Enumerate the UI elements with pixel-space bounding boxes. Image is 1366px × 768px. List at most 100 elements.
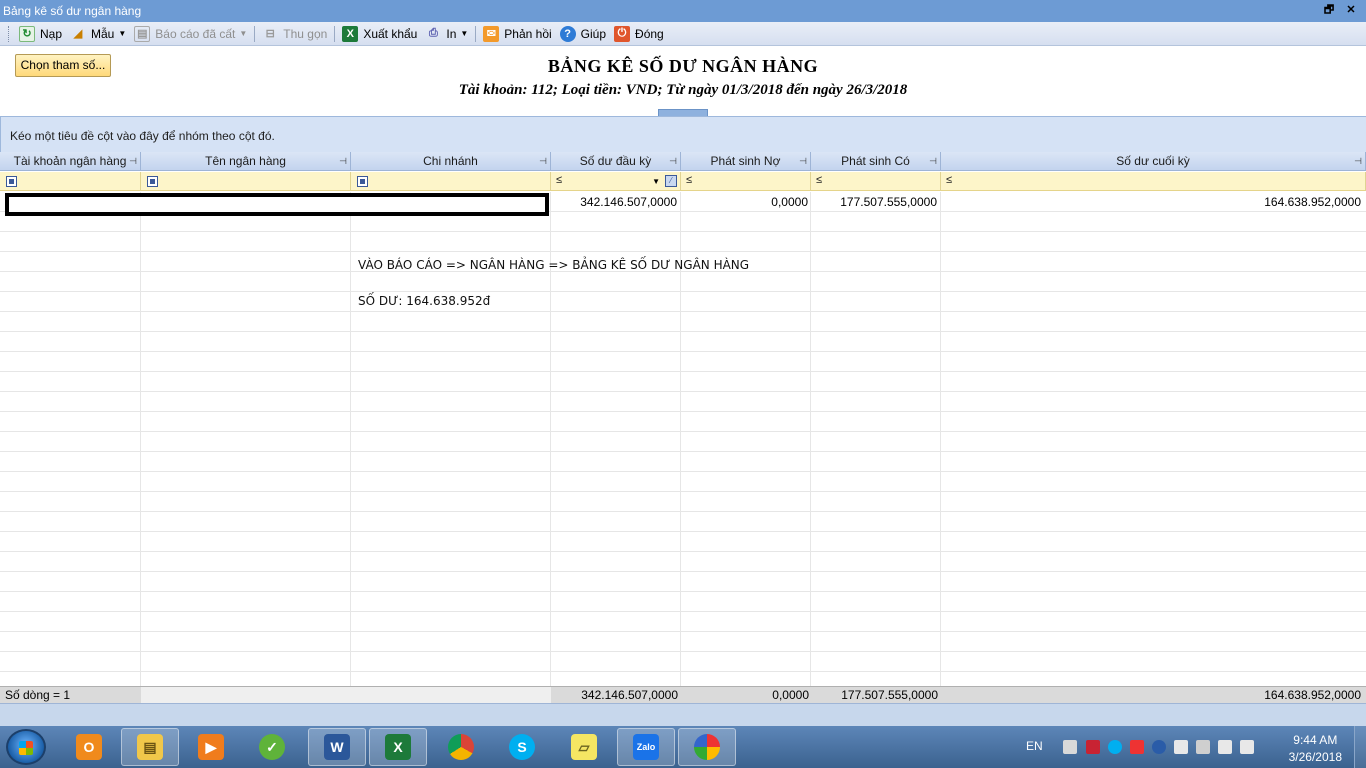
saved-reports-button[interactable]: ▤ Báo cáo đã cất ▼ [130, 23, 251, 45]
skype-tray-icon[interactable] [1108, 740, 1122, 754]
column-header-closing[interactable]: Số dư cuối kỳ ⊣ [941, 152, 1366, 171]
taskbar-sticky-notes[interactable]: ▱ [555, 728, 613, 766]
pin-icon[interactable]: ⊣ [1354, 152, 1362, 171]
toolbar-grip[interactable] [8, 25, 11, 42]
grid-footer-row: Số dòng = 1 342.146.507,0000 0,0000 177.… [0, 686, 1366, 704]
skype-icon: S [509, 734, 535, 760]
filter-cell-closing[interactable]: ≤ [941, 172, 1366, 191]
collapse-button[interactable]: ⊟ Thu gọn [258, 23, 331, 45]
system-tray: EN 9:44 AM 3/26/2018 [1026, 726, 1366, 768]
restore-button[interactable]: 🗗 [1320, 2, 1338, 18]
flag-icon[interactable] [1174, 740, 1188, 754]
reload-label: Nạp [40, 26, 63, 41]
pin-icon[interactable]: ⊣ [669, 152, 677, 171]
pin-icon[interactable]: ⊣ [929, 152, 937, 171]
language-indicator[interactable]: EN [1026, 739, 1043, 753]
filter-operator[interactable]: ≤ [946, 174, 952, 186]
clear-filter-icon[interactable]: ⁄ [665, 175, 677, 187]
filter-cell-opening[interactable]: ≤ ▼ ⁄ [551, 172, 681, 191]
grid-line [0, 491, 1366, 492]
close-report-button[interactable]: ⏻ Đóng [610, 23, 668, 45]
filter-condition-icon[interactable] [6, 176, 17, 187]
keyboard-icon[interactable] [1063, 740, 1077, 754]
feedback-label: Phản hồi [504, 26, 552, 41]
update-icon[interactable] [1130, 740, 1144, 754]
collapse-label: Thu gọn [283, 26, 328, 41]
filter-cell-credit[interactable]: ≤ [811, 172, 941, 191]
chevron-down-icon: ▼ [118, 29, 127, 38]
column-header-debit[interactable]: Phát sinh Nợ ⊣ [681, 152, 811, 171]
instruction-note: VÀO BÁO CÁO => NGÂN HÀNG => BẢNG KÊ SỐ D… [358, 258, 750, 272]
export-button[interactable]: X Xuất khẩu [338, 23, 421, 45]
antivirus-icon[interactable] [1086, 740, 1100, 754]
report-subtitle: Tài khoản: 112; Loại tiền: VND; Từ ngày … [458, 82, 908, 98]
picasa-icon [694, 734, 720, 760]
taskbar-media-player[interactable]: ▶ [182, 728, 240, 766]
taskbar-outlook[interactable]: O [60, 728, 118, 766]
network-icon[interactable] [1218, 740, 1232, 754]
grid-line [0, 291, 1366, 292]
column-header-account[interactable]: Tài khoản ngân hàng ⊣ [0, 152, 141, 171]
filter-operator[interactable]: ≤ [686, 174, 692, 186]
grid-line [0, 511, 1366, 512]
table-row[interactable]: 342.146.507,0000 0,0000 177.507.555,0000… [0, 192, 1366, 216]
reload-button[interactable]: ↻ Nạp [15, 23, 66, 45]
template-button[interactable]: ◢ Mẫu ▼ [66, 23, 130, 45]
pin-icon[interactable]: ⊣ [339, 152, 347, 171]
cell-closing: 164.638.952,0000 [1264, 195, 1361, 209]
close-button[interactable]: ✕ [1342, 2, 1360, 18]
mail-icon: ✉ [483, 25, 500, 42]
taskbar-word[interactable]: W [308, 728, 366, 766]
taskbar-skype[interactable]: S [493, 728, 551, 766]
group-by-hint: Kéo một tiêu đề cột vào đây để nhóm theo… [10, 129, 275, 143]
taskbar-excel[interactable]: X [369, 728, 427, 766]
start-button[interactable] [6, 729, 46, 765]
filter-operator[interactable]: ≤ [816, 174, 822, 186]
outlook-icon: O [76, 734, 102, 760]
taskbar-file-explorer[interactable]: ▤ [121, 728, 179, 766]
chevron-down-icon[interactable]: ▼ [652, 177, 660, 186]
pin-icon[interactable]: ⊣ [539, 152, 547, 171]
group-by-panel[interactable]: Kéo một tiêu đề cột vào đây để nhóm theo… [0, 116, 1366, 152]
column-header-bank[interactable]: Tên ngân hàng ⊣ [141, 152, 351, 171]
column-header-credit[interactable]: Phát sinh Có ⊣ [811, 152, 941, 171]
taskbar-chrome[interactable] [432, 728, 490, 766]
taskbar-coccoc[interactable]: ✓ [243, 728, 301, 766]
filter-condition-icon[interactable] [357, 176, 368, 187]
column-header-label: Tên ngân hàng [205, 154, 286, 168]
grid-line [0, 231, 1366, 232]
close-report-label: Đóng [635, 26, 664, 41]
power-icon: ⏻ [614, 25, 631, 42]
status-strip [0, 703, 1366, 726]
feedback-button[interactable]: ✉ Phản hồi [479, 23, 555, 45]
column-header-branch[interactable]: Chi nhánh ⊣ [351, 152, 551, 171]
taskbar-picasa[interactable] [678, 728, 736, 766]
grid-line [0, 471, 1366, 472]
volume-icon[interactable] [1240, 740, 1254, 754]
cell-debit: 0,0000 [771, 195, 808, 209]
filter-cell-debit[interactable]: ≤ [681, 172, 811, 191]
window-controls: 🗗 ✕ [1320, 2, 1360, 18]
column-header-label: Tài khoản ngân hàng [13, 154, 127, 168]
print-button[interactable]: ⎙ In ▼ [421, 23, 472, 45]
clock[interactable]: 9:44 AM 3/26/2018 [1289, 732, 1342, 766]
device-icon[interactable] [1196, 740, 1210, 754]
print-icon: ⎙ [428, 27, 438, 39]
filter-cell-bank[interactable] [141, 172, 351, 191]
filter-operator[interactable]: ≤ [556, 174, 562, 186]
bluetooth-icon[interactable] [1152, 740, 1166, 754]
coc-coc-icon: ✓ [259, 734, 285, 760]
taskbar-zalo[interactable]: Zalo [617, 728, 675, 766]
taskbar: O ▤ ▶ ✓ W X S ▱ Zalo EN 9:44 AM 3/26/201… [0, 726, 1366, 768]
pin-icon[interactable]: ⊣ [129, 152, 137, 171]
toolbar-separator [475, 25, 477, 42]
column-header-opening[interactable]: Số dư đầu kỳ ⊣ [551, 152, 681, 171]
grid-line [0, 371, 1366, 372]
help-button[interactable]: ? Giúp [556, 23, 610, 45]
filter-cell-branch[interactable] [351, 172, 551, 191]
filter-condition-icon[interactable] [147, 176, 158, 187]
pin-icon[interactable]: ⊣ [799, 152, 807, 171]
header-collapse-toggle[interactable] [658, 109, 708, 116]
show-desktop-button[interactable] [1354, 726, 1366, 768]
filter-cell-account[interactable] [0, 172, 141, 191]
